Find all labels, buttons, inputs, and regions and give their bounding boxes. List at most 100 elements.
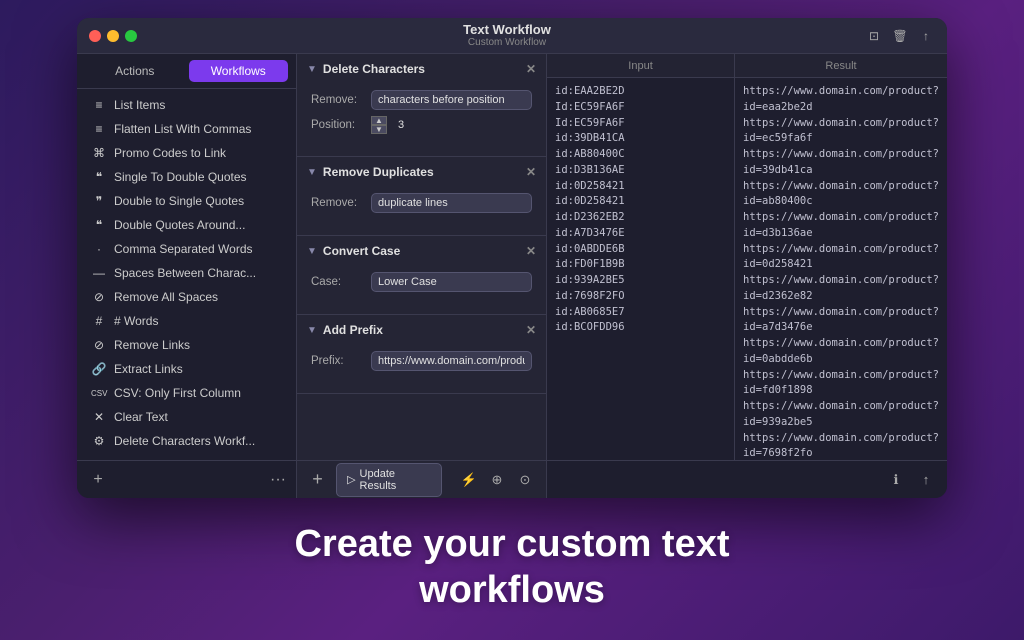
input-line: id:D2362EB2 [555, 210, 726, 226]
result-line: https://www.domain.com/product?id=39db41… [743, 147, 939, 179]
promo-icon: ⌘ [91, 146, 107, 160]
section-close-button[interactable]: ✕ [526, 244, 536, 258]
sidebar-item-translate[interactable]: α Translate to Greek [81, 453, 292, 460]
result-line: https://www.domain.com/product?id=0abdde… [743, 336, 939, 368]
close-button[interactable] [89, 30, 101, 42]
quotes-icon: ❝ [91, 218, 107, 232]
section-toggle-icon[interactable]: ▼ [307, 325, 317, 336]
sidebar-item-flatten[interactable]: ≡ Flatten List With Commas [81, 117, 292, 141]
section-convert-case-body: Case: Lower Case Upper Case Title Case S… [297, 266, 546, 304]
remove-field-row: Remove: characters before position chara… [311, 90, 532, 110]
clear-icon: ✕ [91, 410, 107, 424]
share-icon[interactable]: ⊡ [865, 27, 883, 45]
title-actions: ⊡ 🗑 ↑ [865, 27, 935, 45]
csv-icon: CSV [91, 389, 107, 398]
input-line: id:939A2BE5 [555, 273, 726, 289]
update-results-button[interactable]: ▷ Update Results [336, 463, 442, 497]
update-icon: ▷ [347, 473, 355, 486]
input-line: id:7698F2FO [555, 289, 726, 305]
tab-actions[interactable]: Actions [85, 60, 185, 82]
section-close-button[interactable]: ✕ [526, 62, 536, 76]
share-result-icon[interactable]: ↑ [915, 469, 937, 491]
section-toggle-icon[interactable]: ▼ [307, 246, 317, 257]
delete-icon[interactable]: 🗑 [891, 27, 909, 45]
sidebar-item-label: Delete Characters Workf... [114, 434, 255, 448]
sidebar-item-double-single[interactable]: ❞ Double to Single Quotes [81, 189, 292, 213]
copy-icon[interactable]: ⊕ [486, 469, 508, 491]
traffic-lights [89, 30, 137, 42]
sidebar-item-csv[interactable]: CSV CSV: Only First Column [81, 381, 292, 405]
io-footer: ℹ ↑ [547, 460, 947, 498]
section-delete-characters-header: ▼ Delete Characters ✕ [297, 54, 546, 84]
minimize-button[interactable] [107, 30, 119, 42]
sidebar-item-list-items[interactable]: ≡ List Items [81, 93, 292, 117]
panel-footer: + ▷ Update Results ⚡ ⊕ ⊙ [297, 460, 546, 498]
section-convert-case-header: ▼ Convert Case ✕ [297, 236, 546, 266]
input-content[interactable]: id:EAA2BE2D Id:EC59FA6F Id:EC59FA6F id:3… [547, 78, 734, 460]
prefix-input[interactable] [371, 351, 532, 371]
section-add-prefix: ▼ Add Prefix ✕ Prefix: [297, 315, 546, 394]
sidebar-item-comma-words[interactable]: · Comma Separated Words [81, 237, 292, 261]
title-bar: Text Workflow Custom Workflow ⊡ 🗑 ↑ [77, 18, 947, 54]
quote-icon: ❝ [91, 170, 107, 184]
sidebar-item-remove-spaces[interactable]: ⊘ Remove All Spaces [81, 285, 292, 309]
section-close-button[interactable]: ✕ [526, 165, 536, 179]
sidebar-more-button[interactable]: ··· [270, 471, 286, 489]
sidebar-item-clear-text[interactable]: ✕ Clear Text [81, 405, 292, 429]
panel-add-button[interactable]: + [307, 469, 328, 491]
sidebar-item-extract-links[interactable]: 🔗 Extract Links [81, 357, 292, 381]
sidebar-item-single-double[interactable]: ❝ Single To Double Quotes [81, 165, 292, 189]
stepper-value: 3 [393, 119, 409, 131]
sidebar-item-label: Single To Double Quotes [114, 170, 247, 184]
section-close-button[interactable]: ✕ [526, 323, 536, 337]
stepper-buttons: ▲ ▼ [371, 116, 387, 134]
input-line: id:BCOFDD96 [555, 320, 726, 336]
section-toggle-icon[interactable]: ▼ [307, 167, 317, 178]
remove-select[interactable]: characters before position characters af… [371, 90, 532, 110]
input-line: id:0D258421 [555, 179, 726, 195]
maximize-button[interactable] [125, 30, 137, 42]
remove-dup-field-row: Remove: duplicate lines duplicate words [311, 193, 532, 213]
sidebar-item-spaces[interactable]: — Spaces Between Charac... [81, 261, 292, 285]
remove-dup-select[interactable]: duplicate lines duplicate words [371, 193, 532, 213]
quote2-icon: ❞ [91, 194, 107, 208]
section-remove-duplicates: ▼ Remove Duplicates ✕ Remove: duplicate … [297, 157, 546, 236]
stepper-down-button[interactable]: ▼ [371, 125, 387, 134]
result-section: Result https://www.domain.com/product?id… [735, 54, 947, 460]
case-field-row: Case: Lower Case Upper Case Title Case S… [311, 272, 532, 292]
section-title: Add Prefix [323, 323, 383, 337]
input-line: id:AB0685E7 [555, 305, 726, 321]
sidebar-item-words[interactable]: # # Words [81, 309, 292, 333]
sidebar-item-double-quotes[interactable]: ❝ Double Quotes Around... [81, 213, 292, 237]
middle-panel: ▼ Delete Characters ✕ Remove: characters… [297, 54, 547, 498]
case-label: Case: [311, 276, 371, 288]
prefix-label: Prefix: [311, 355, 371, 367]
tab-workflows[interactable]: Workflows [189, 60, 289, 82]
section-add-prefix-body: Prefix: [297, 345, 546, 383]
case-select[interactable]: Lower Case Upper Case Title Case Sentenc… [371, 272, 532, 292]
section-remove-duplicates-body: Remove: duplicate lines duplicate words [297, 187, 546, 225]
sidebar-item-label: Double Quotes Around... [114, 218, 245, 232]
right-panel: Input id:EAA2BE2D Id:EC59FA6F Id:EC59FA6… [547, 54, 947, 498]
app-window: Text Workflow Custom Workflow ⊡ 🗑 ↑ Acti… [77, 18, 947, 498]
sidebar-add-button[interactable]: + [87, 469, 109, 491]
sidebar-item-remove-links[interactable]: ⊘ Remove Links [81, 333, 292, 357]
section-delete-characters: ▼ Delete Characters ✕ Remove: characters… [297, 54, 546, 157]
sidebar-item-label: Comma Separated Words [114, 242, 253, 256]
sidebar-item-promo[interactable]: ⌘ Promo Codes to Link [81, 141, 292, 165]
flatten-icon: ≡ [91, 122, 107, 136]
export-icon[interactable]: ↑ [917, 27, 935, 45]
extract-links-icon: 🔗 [91, 362, 107, 376]
section-toggle-icon[interactable]: ▼ [307, 64, 317, 75]
sidebar-footer: + ··· [77, 460, 296, 498]
io-panels: Input id:EAA2BE2D Id:EC59FA6F Id:EC59FA6… [547, 54, 947, 460]
stepper-up-button[interactable]: ▲ [371, 116, 387, 125]
result-content[interactable]: https://www.domain.com/product?id=eaa2be… [735, 78, 947, 460]
main-content: Actions Workflows ≡ List Items ≡ Flatten… [77, 54, 947, 498]
sidebar-item-label: Remove All Spaces [114, 290, 218, 304]
filter-icon[interactable]: ⚡ [458, 469, 480, 491]
export2-icon[interactable]: ⊙ [514, 469, 536, 491]
info-icon[interactable]: ℹ [885, 469, 907, 491]
sidebar-item-delete-chars[interactable]: ⚙ Delete Characters Workf... [81, 429, 292, 453]
comma-icon: · [91, 242, 107, 256]
